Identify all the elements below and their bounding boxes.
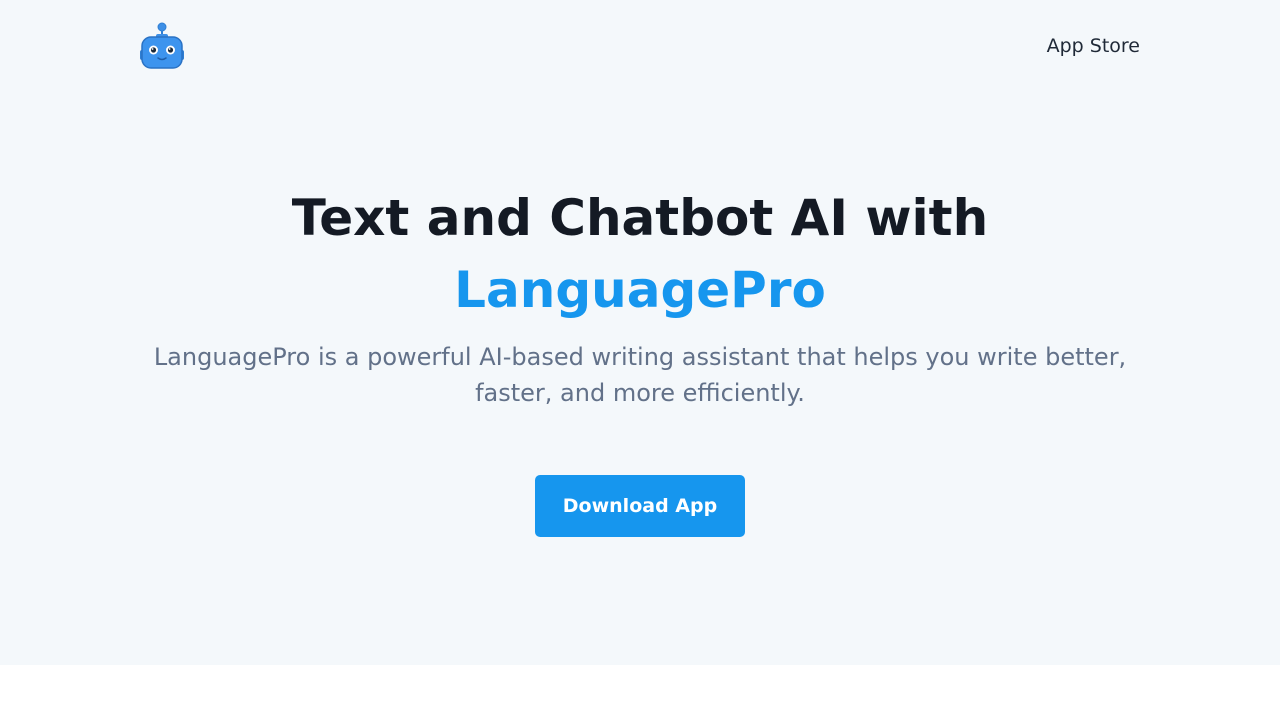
download-app-button[interactable]: Download App [535, 475, 745, 537]
logo-link[interactable] [140, 22, 184, 70]
headline-brand: LanguagePro [454, 261, 826, 319]
hero-description: LanguagePro is a powerful AI-based writi… [153, 343, 1127, 407]
hero-section: App Store Text and Chatbot AI with Langu… [0, 0, 1280, 665]
headline-text: Text and Chatbot AI with [291, 189, 989, 247]
robot-icon [140, 22, 184, 69]
top-nav: App Store [140, 22, 1140, 70]
hero-headline: Text and Chatbot AI with LanguagePro [0, 182, 1280, 326]
app-store-link[interactable]: App Store [1047, 35, 1140, 57]
